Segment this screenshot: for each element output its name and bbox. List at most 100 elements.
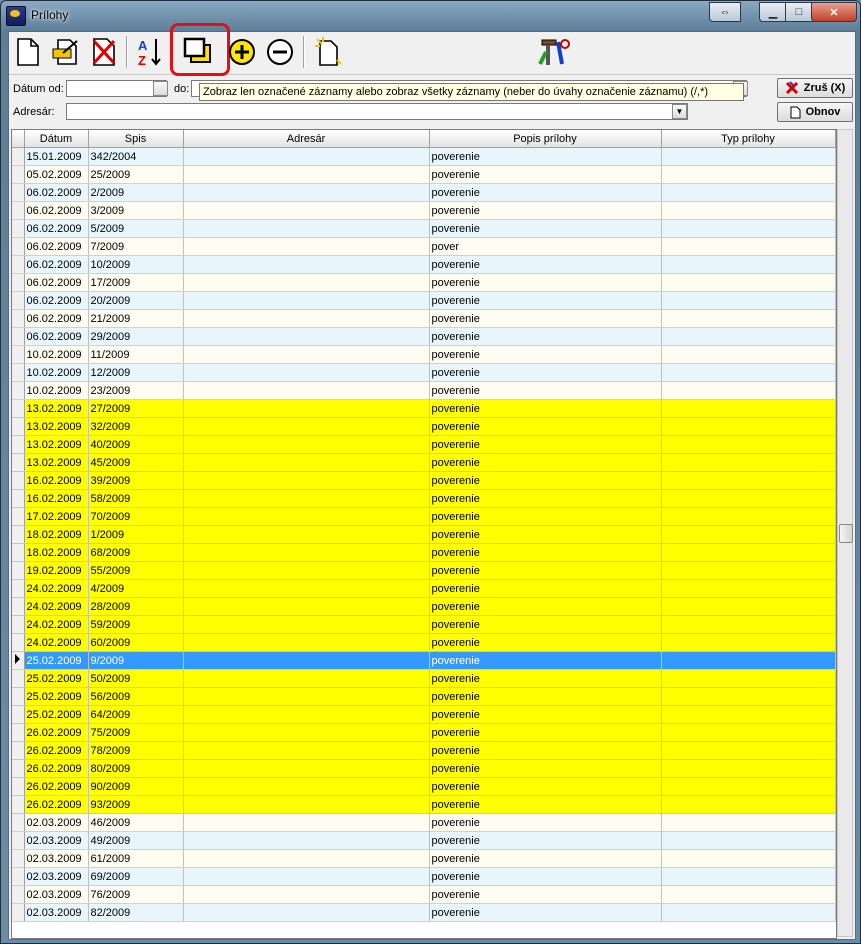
row-indicator[interactable] — [12, 345, 25, 364]
table-row[interactable]: 02.03.2009 76/2009 poverenie — [12, 885, 836, 904]
cell-addressee[interactable] — [183, 615, 430, 634]
row-indicator[interactable] — [12, 507, 25, 526]
row-indicator[interactable] — [12, 579, 25, 598]
cell-file[interactable]: 60/2009 — [88, 633, 184, 652]
cell-date[interactable]: 16.02.2009 — [24, 471, 89, 490]
cell-file[interactable]: 29/2009 — [88, 327, 184, 346]
cell-type[interactable] — [661, 147, 836, 166]
cell-date[interactable]: 25.02.2009 — [24, 651, 89, 670]
row-indicator[interactable] — [12, 867, 25, 886]
table-row[interactable]: 06.02.2009 10/2009 poverenie — [12, 255, 836, 274]
cell-description[interactable]: poverenie — [429, 705, 662, 724]
cell-description[interactable]: poverenie — [429, 867, 662, 886]
table-row[interactable]: 25.02.2009 9/2009 poverenie — [12, 651, 836, 670]
cell-date[interactable]: 02.03.2009 — [24, 849, 89, 868]
table-row[interactable]: 15.01.2009 342/2004 poverenie — [12, 147, 836, 166]
cell-date[interactable]: 26.02.2009 — [24, 741, 89, 760]
table-row[interactable]: 13.02.2009 32/2009 poverenie — [12, 417, 836, 436]
table-row[interactable]: 19.02.2009 55/2009 poverenie — [12, 561, 836, 580]
cell-date[interactable]: 05.02.2009 — [24, 165, 89, 184]
cell-type[interactable] — [661, 453, 836, 472]
cell-date[interactable]: 06.02.2009 — [24, 183, 89, 202]
cell-file[interactable]: 12/2009 — [88, 363, 184, 382]
table-row[interactable]: 24.02.2009 28/2009 poverenie — [12, 597, 836, 616]
cell-type[interactable] — [661, 381, 836, 400]
table-row[interactable]: 02.03.2009 61/2009 poverenie — [12, 849, 836, 868]
cell-type[interactable] — [661, 201, 836, 220]
table-row[interactable]: 18.02.2009 68/2009 poverenie — [12, 543, 836, 562]
cell-date[interactable]: 10.02.2009 — [24, 363, 89, 382]
table-row[interactable]: 02.03.2009 69/2009 poverenie — [12, 867, 836, 886]
addressee-dropdown-button[interactable]: ▼ — [672, 104, 687, 119]
row-indicator[interactable] — [12, 435, 25, 454]
cell-description[interactable]: poverenie — [429, 219, 662, 238]
cell-addressee[interactable] — [183, 543, 430, 562]
cell-date[interactable]: 02.03.2009 — [24, 831, 89, 850]
cell-description[interactable]: poverenie — [429, 201, 662, 220]
cell-file[interactable]: 28/2009 — [88, 597, 184, 616]
cell-addressee[interactable] — [183, 435, 430, 454]
table-row[interactable]: 18.02.2009 1/2009 poverenie — [12, 525, 836, 544]
cell-file[interactable]: 82/2009 — [88, 903, 184, 922]
row-indicator[interactable] — [12, 309, 25, 328]
cell-description[interactable]: poverenie — [429, 669, 662, 688]
cell-description[interactable]: poverenie — [429, 885, 662, 904]
table-row[interactable]: 02.03.2009 82/2009 poverenie — [12, 903, 836, 922]
row-indicator[interactable] — [12, 525, 25, 544]
cell-addressee[interactable] — [183, 363, 430, 382]
cell-date[interactable]: 13.02.2009 — [24, 399, 89, 418]
table-row[interactable]: 10.02.2009 12/2009 poverenie — [12, 363, 836, 382]
cell-date[interactable]: 02.03.2009 — [24, 903, 89, 922]
cell-date[interactable]: 13.02.2009 — [24, 453, 89, 472]
cell-file[interactable]: 68/2009 — [88, 543, 184, 562]
cell-type[interactable] — [661, 723, 836, 742]
cell-addressee[interactable] — [183, 471, 430, 490]
row-indicator[interactable] — [12, 237, 25, 256]
column-header-addressee[interactable]: Adresár — [183, 130, 430, 148]
cell-type[interactable] — [661, 687, 836, 706]
cell-date[interactable]: 06.02.2009 — [24, 201, 89, 220]
cell-file[interactable]: 45/2009 — [88, 453, 184, 472]
cell-description[interactable]: poverenie — [429, 471, 662, 490]
cell-type[interactable] — [661, 867, 836, 886]
cell-date[interactable]: 10.02.2009 — [24, 345, 89, 364]
cell-file[interactable]: 7/2009 — [88, 237, 184, 256]
cell-file[interactable]: 11/2009 — [88, 345, 184, 364]
table-row[interactable]: 10.02.2009 23/2009 poverenie — [12, 381, 836, 400]
cell-description[interactable]: poverenie — [429, 687, 662, 706]
cell-type[interactable] — [661, 795, 836, 814]
table-row[interactable]: 06.02.2009 2/2009 poverenie — [12, 183, 836, 202]
cell-type[interactable] — [661, 885, 836, 904]
cell-date[interactable]: 24.02.2009 — [24, 615, 89, 634]
cell-addressee[interactable] — [183, 669, 430, 688]
table-row[interactable]: 06.02.2009 3/2009 poverenie — [12, 201, 836, 220]
row-indicator[interactable] — [12, 597, 25, 616]
cell-description[interactable]: poverenie — [429, 795, 662, 814]
cell-description[interactable]: poverenie — [429, 741, 662, 760]
cell-description[interactable]: poverenie — [429, 777, 662, 796]
minimize-button[interactable]: ▁ — [759, 2, 787, 22]
cell-date[interactable]: 24.02.2009 — [24, 633, 89, 652]
cell-type[interactable] — [661, 777, 836, 796]
table-row[interactable]: 24.02.2009 60/2009 poverenie — [12, 633, 836, 652]
cell-date[interactable]: 19.02.2009 — [24, 561, 89, 580]
table-row[interactable]: 02.03.2009 46/2009 poverenie — [12, 813, 836, 832]
cell-type[interactable] — [661, 273, 836, 292]
cell-type[interactable] — [661, 435, 836, 454]
table-row[interactable]: 13.02.2009 45/2009 poverenie — [12, 453, 836, 472]
cell-type[interactable] — [661, 345, 836, 364]
cell-description[interactable]: poverenie — [429, 525, 662, 544]
cell-type[interactable] — [661, 831, 836, 850]
row-indicator[interactable] — [12, 255, 25, 274]
cell-type[interactable] — [661, 579, 836, 598]
cell-description[interactable]: poverenie — [429, 615, 662, 634]
row-indicator[interactable] — [12, 381, 25, 400]
cell-file[interactable]: 3/2009 — [88, 201, 184, 220]
cell-description[interactable]: poverenie — [429, 831, 662, 850]
row-indicator[interactable] — [12, 327, 25, 346]
cell-description[interactable]: poverenie — [429, 543, 662, 562]
cell-date[interactable]: 25.02.2009 — [24, 705, 89, 724]
table-row[interactable]: 26.02.2009 93/2009 poverenie — [12, 795, 836, 814]
row-indicator[interactable] — [12, 849, 25, 868]
new-record-button[interactable] — [11, 35, 45, 69]
